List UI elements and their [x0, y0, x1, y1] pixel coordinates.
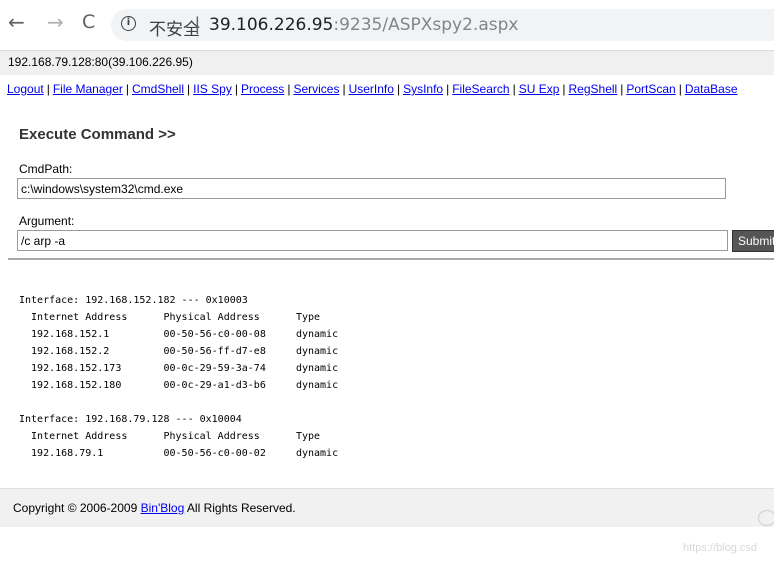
menu-separator: |	[125, 82, 129, 96]
menu-link-filesearch[interactable]: FileSearch	[452, 82, 509, 96]
menu-separator: |	[562, 82, 566, 96]
copyright-text: Copyright © 2006-2009 Bin'Blog All Right…	[13, 501, 296, 515]
menu-link-su-exp[interactable]: SU Exp	[519, 82, 560, 96]
menu-link-process[interactable]: Process	[241, 82, 284, 96]
menu-separator: |	[446, 82, 450, 96]
browser-toolbar: ← → C i 不安全 | 39.106.226.95:9235/ASPXspy…	[0, 0, 774, 50]
command-output: Interface: 192.168.152.182 --- 0x10003 I…	[19, 295, 339, 459]
submit-button[interactable]: Submit	[732, 230, 774, 252]
menu-link-portscan[interactable]: PortScan	[626, 82, 675, 96]
argument-input[interactable]	[17, 230, 728, 251]
menu-link-database[interactable]: DataBase	[685, 82, 738, 96]
chat-bubble-icon[interactable]	[758, 510, 774, 526]
copyright-suffix: All Rights Reserved.	[184, 501, 296, 515]
menu-link-iis-spy[interactable]: IIS Spy	[193, 82, 232, 96]
menu-link-cmdshell[interactable]: CmdShell	[132, 82, 184, 96]
security-label[interactable]: 不安全	[149, 15, 200, 40]
watermark: https://blog.csd	[683, 542, 757, 554]
url-host: 39.106.226.95	[209, 15, 334, 35]
cmdpath-input[interactable]	[17, 178, 726, 199]
menu-separator: |	[396, 82, 401, 96]
menu-link-regshell[interactable]: RegShell	[569, 82, 618, 96]
binblog-link[interactable]: Bin'Blog	[141, 501, 185, 515]
menu-separator: |	[342, 82, 346, 96]
footer: Copyright © 2006-2009 Bin'Blog All Right…	[0, 488, 774, 527]
menu-separator: |	[287, 82, 291, 96]
menu-link-userinfo[interactable]: UserInfo	[349, 82, 394, 96]
menu-link-logout[interactable]: Logout	[7, 82, 44, 96]
panel-title: Execute Command >>	[19, 126, 176, 143]
address-bar[interactable]: i 不安全 | 39.106.226.95:9235/ASPXspy2.aspx	[111, 9, 774, 41]
forward-arrow-icon[interactable]: →	[47, 12, 64, 32]
host-info-text: 192.168.79.128:80(39.106.226.95)	[8, 55, 193, 69]
copyright-prefix: Copyright © 2006-2009	[13, 501, 141, 515]
menu-link-file-manager[interactable]: File Manager	[53, 82, 123, 96]
url-text[interactable]: 39.106.226.95:9235/ASPXspy2.aspx	[209, 15, 518, 35]
url-path: :9235/ASPXspy2.aspx	[333, 15, 519, 35]
info-icon[interactable]: i	[121, 16, 136, 31]
menu-separator: |	[46, 82, 50, 96]
menu-separator: |	[678, 82, 682, 96]
host-info-bar: 192.168.79.128:80(39.106.226.95)	[0, 50, 774, 75]
divider	[8, 258, 774, 260]
reload-icon[interactable]: C	[82, 12, 95, 32]
menu-separator: |	[187, 82, 191, 96]
menu-link-services[interactable]: Services	[293, 82, 339, 96]
back-arrow-icon[interactable]: ←	[8, 12, 25, 32]
address-separator: |	[195, 14, 200, 34]
menu-separator: |	[512, 82, 516, 96]
menu-link-sysinfo[interactable]: SysInfo	[403, 82, 443, 96]
argument-label: Argument:	[19, 214, 75, 228]
cmdpath-label: CmdPath:	[19, 162, 73, 176]
nav-menu: Logout | File Manager | CmdShell | IIS Spy | Pro…	[7, 82, 738, 96]
menu-separator: |	[234, 82, 238, 96]
menu-separator: |	[620, 82, 624, 96]
